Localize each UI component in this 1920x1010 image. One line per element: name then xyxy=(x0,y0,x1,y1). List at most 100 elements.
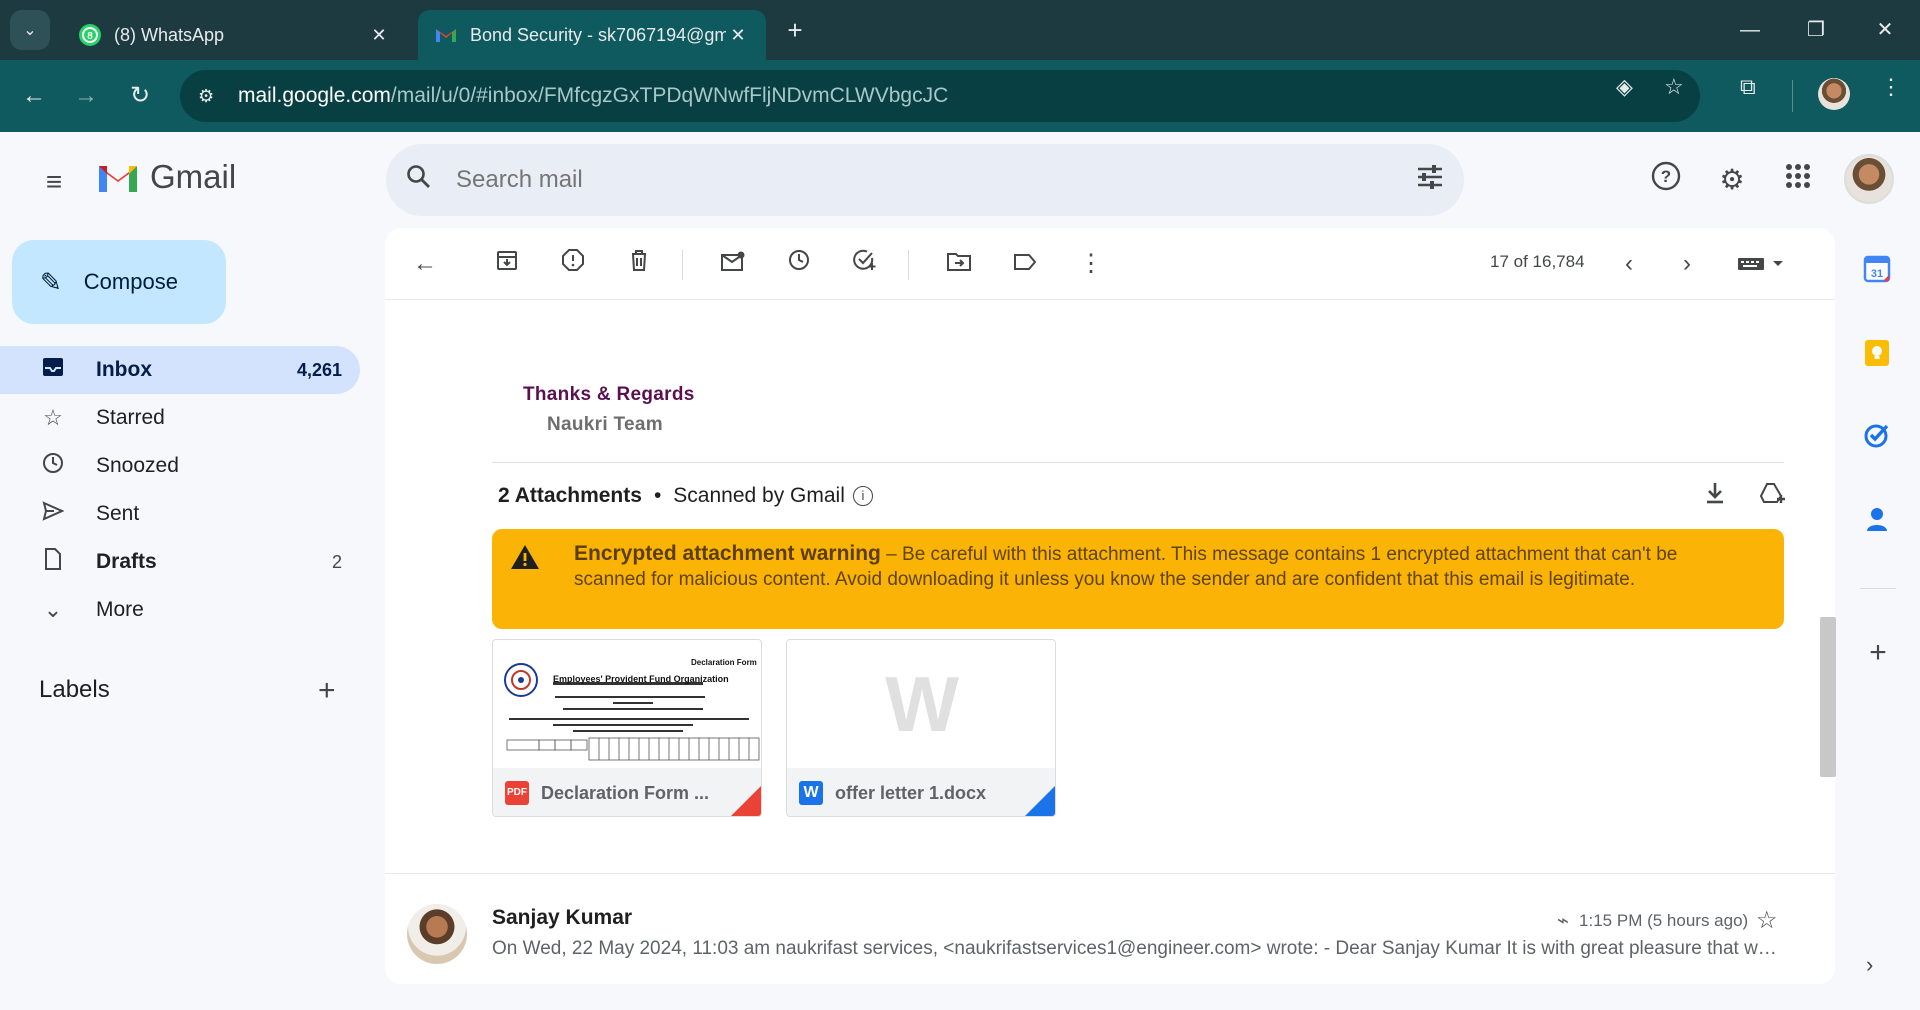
gmail-logo-icon xyxy=(99,166,137,192)
add-to-tasks-icon[interactable] xyxy=(847,246,883,282)
toolbar-divider xyxy=(1792,80,1793,112)
sender-name[interactable]: Sanjay Kumar xyxy=(492,906,632,930)
move-to-icon[interactable] xyxy=(941,246,977,282)
attachment-name: offer letter 1.docx xyxy=(835,782,987,803)
nav-item-snoozed[interactable]: Snoozed xyxy=(0,442,360,490)
older-chevron-icon[interactable]: › xyxy=(1669,246,1705,282)
account-avatar[interactable] xyxy=(1844,154,1894,204)
attachment-thumbnail: W xyxy=(787,640,1055,768)
divider xyxy=(385,873,1835,874)
delete-icon[interactable] xyxy=(621,246,657,282)
input-tools-icon[interactable] xyxy=(1731,246,1791,282)
attachment-card-docx[interactable]: W W offer letter 1.docx xyxy=(786,639,1056,817)
calendar-icon[interactable]: 31 xyxy=(1862,254,1892,284)
draft-icon xyxy=(38,548,68,576)
back-icon[interactable]: ← xyxy=(14,76,54,116)
nav-item-more[interactable]: ⌄ More xyxy=(0,586,360,634)
nav-item-starred[interactable]: ☆ Starred xyxy=(0,394,360,442)
search-bar[interactable] xyxy=(386,144,1464,216)
tasks-icon[interactable] xyxy=(1862,420,1892,450)
search-input[interactable] xyxy=(456,166,1416,194)
keep-icon[interactable] xyxy=(1862,338,1892,368)
restore-icon[interactable]: ❐ xyxy=(1796,12,1836,48)
signature-line: Thanks & Regards xyxy=(523,384,695,405)
tab-search-button[interactable]: ⌄ xyxy=(10,10,50,50)
message-snippet[interactable]: On Wed, 22 May 2024, 11:03 am naukrifast… xyxy=(492,938,1784,960)
attachment-thumbnail: Declaration Form Employees' Provident Fu… xyxy=(493,640,761,768)
inbox-icon xyxy=(38,357,68,383)
search-options-icon[interactable] xyxy=(1416,164,1444,197)
mark-unread-icon[interactable] xyxy=(715,246,751,282)
star-icon: ☆ xyxy=(43,405,63,430)
attachment-card-pdf[interactable]: Declaration Form Employees' Provident Fu… xyxy=(492,639,762,817)
close-window-icon[interactable]: ✕ xyxy=(1865,12,1905,48)
drafts-count: 2 xyxy=(331,551,342,572)
attachment-footer: W offer letter 1.docx xyxy=(787,768,1055,816)
snooze-icon[interactable] xyxy=(781,246,817,282)
send-icon xyxy=(38,501,68,527)
pagination-text: 17 of 16,784 xyxy=(1490,252,1585,271)
side-panel-divider xyxy=(1860,588,1896,589)
inbox-count: 4,261 xyxy=(296,359,342,380)
gmail-icon xyxy=(434,23,458,47)
message-toolbar: ← ⋮ 17 of 16,784 ‹ › xyxy=(385,228,1835,300)
nav-item-inbox[interactable]: Inbox 4,261 xyxy=(0,346,360,394)
close-icon[interactable]: ✕ xyxy=(726,25,750,46)
get-addons-icon[interactable]: + xyxy=(1860,636,1896,670)
extensions-icon[interactable]: ⧉ xyxy=(1740,74,1756,100)
tab-whatsapp[interactable]: 8 (8) WhatsApp ✕ xyxy=(62,10,407,60)
search-icon[interactable] xyxy=(406,164,456,197)
help-icon[interactable]: ? xyxy=(1646,160,1686,200)
tab-title: (8) WhatsApp xyxy=(114,24,225,45)
contacts-icon[interactable] xyxy=(1862,504,1892,534)
toolbar-divider xyxy=(682,250,683,280)
settings-gear-icon[interactable]: ⚙ xyxy=(1712,160,1752,200)
warning-title: Encrypted attachment warning xyxy=(574,542,881,565)
main-menu-icon[interactable]: ≡ xyxy=(34,164,74,204)
forward-icon[interactable]: → xyxy=(66,76,106,116)
more-options-icon[interactable]: ⋮ xyxy=(1073,246,1109,282)
warning-icon xyxy=(510,543,540,573)
attachments-header: 2 Attachments • Scanned by Gmail i xyxy=(498,484,873,508)
new-tab-button[interactable]: + xyxy=(778,14,812,48)
divider xyxy=(492,462,1784,463)
google-apps-icon[interactable] xyxy=(1778,160,1818,200)
browser-menu-icon[interactable]: ⋮ xyxy=(1880,74,1902,100)
profile-avatar[interactable] xyxy=(1818,78,1850,110)
labels-heading: Labels xyxy=(39,676,110,703)
nav-item-drafts[interactable]: Drafts 2 xyxy=(0,538,360,586)
archive-icon[interactable] xyxy=(489,246,525,282)
bookmark-star-icon[interactable]: ☆ xyxy=(1664,74,1684,100)
browser-toolbar: ← → ↻ ⚙ mail.google.com/mail/u/0/#inbox/… xyxy=(0,60,1920,132)
back-to-inbox-icon[interactable]: ← xyxy=(407,246,443,282)
label-icon[interactable] xyxy=(1007,246,1043,282)
report-spam-icon[interactable] xyxy=(555,246,591,282)
tab-gmail[interactable]: Bond Security - sk7067194@gm ✕ xyxy=(418,10,766,60)
compose-button[interactable]: ✎ Compose xyxy=(12,240,226,324)
hide-side-panel-chevron-icon[interactable]: › xyxy=(1866,952,1873,978)
password-manager-icon[interactable]: ◈ xyxy=(1616,74,1633,100)
url-text: mail.google.com/mail/u/0/#inbox/FMfcgzGx… xyxy=(238,84,949,107)
pdf-icon: PDF xyxy=(505,781,529,805)
tab-title: Bond Security - sk7067194@gm xyxy=(470,24,726,45)
add-label-icon[interactable]: + xyxy=(318,674,336,708)
sender-avatar[interactable] xyxy=(407,904,467,964)
gmail-logo[interactable]: Gmail xyxy=(96,158,236,196)
nav-item-sent[interactable]: Sent xyxy=(0,490,360,538)
info-icon[interactable]: i xyxy=(852,486,873,506)
newer-chevron-icon[interactable]: ‹ xyxy=(1611,246,1647,282)
scanned-label: Scanned by Gmail xyxy=(673,484,845,507)
add-to-drive-icon[interactable] xyxy=(1755,480,1791,516)
minimize-icon[interactable]: — xyxy=(1730,12,1770,48)
scrollbar[interactable] xyxy=(1820,617,1836,777)
download-all-icon[interactable] xyxy=(1697,480,1733,516)
encrypted-attachment-warning: Encrypted attachment warning – Be carefu… xyxy=(492,529,1784,629)
reload-icon[interactable]: ↻ xyxy=(120,76,160,116)
site-info-icon[interactable]: ⚙ xyxy=(198,86,238,107)
whatsapp-icon: 8 xyxy=(78,23,102,47)
address-bar[interactable]: ⚙ mail.google.com/mail/u/0/#inbox/FMfcgz… xyxy=(180,70,1700,122)
star-icon[interactable]: ☆ xyxy=(1756,906,1778,935)
svg-text:?: ? xyxy=(1661,167,1671,186)
gmail-header: ≡ Gmail ? ⚙ xyxy=(0,132,1920,228)
close-icon[interactable]: ✕ xyxy=(367,25,391,46)
